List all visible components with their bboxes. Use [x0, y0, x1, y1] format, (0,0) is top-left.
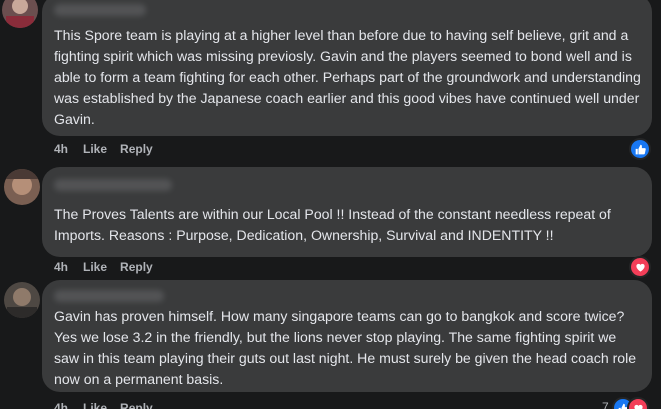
author-name-blurred[interactable]	[54, 290, 164, 302]
love-icon[interactable]	[627, 397, 649, 409]
comment-actions: 4h Like Reply	[54, 141, 166, 157]
comment-text: The Proves Talents are within our Local …	[54, 206, 611, 243]
comment-3: Gavin has proven himself. How many singa…	[0, 278, 661, 409]
like-button[interactable]: Like	[83, 260, 107, 274]
like-icon[interactable]	[629, 138, 651, 160]
reply-button[interactable]: Reply	[120, 401, 153, 409]
comment-bubble: This Spore team is playing at a higher l…	[42, 0, 652, 136]
comment-bubble: The Proves Talents are within our Local …	[42, 167, 652, 257]
author-name-blurred[interactable]	[54, 4, 146, 16]
like-button[interactable]: Like	[83, 142, 107, 156]
reply-button[interactable]: Reply	[120, 260, 153, 274]
comment-actions: 4h Like Reply	[54, 400, 166, 409]
comment-timestamp[interactable]: 4h	[54, 142, 68, 156]
comment-actions: 4h Like Reply	[54, 259, 166, 275]
comment-thread: This Spore team is playing at a higher l…	[0, 0, 661, 409]
reaction-count[interactable]: 7	[602, 400, 609, 409]
love-icon[interactable]	[629, 256, 651, 278]
comment-1: This Spore team is playing at a higher l…	[0, 0, 661, 160]
comment-2: The Proves Talents are within our Local …	[0, 160, 661, 278]
avatar[interactable]	[4, 282, 40, 318]
like-button[interactable]: Like	[83, 401, 107, 409]
comment-timestamp[interactable]: 4h	[54, 401, 68, 409]
avatar[interactable]	[2, 0, 38, 28]
author-name-blurred[interactable]	[54, 179, 172, 191]
comment-bubble: Gavin has proven himself. How many singa…	[42, 280, 652, 392]
comment-text: This Spore team is playing at a higher l…	[54, 27, 641, 127]
reply-button[interactable]: Reply	[120, 142, 153, 156]
avatar[interactable]	[4, 169, 40, 205]
comment-timestamp[interactable]: 4h	[54, 260, 68, 274]
comment-text: Gavin has proven himself. How many singa…	[54, 308, 637, 387]
